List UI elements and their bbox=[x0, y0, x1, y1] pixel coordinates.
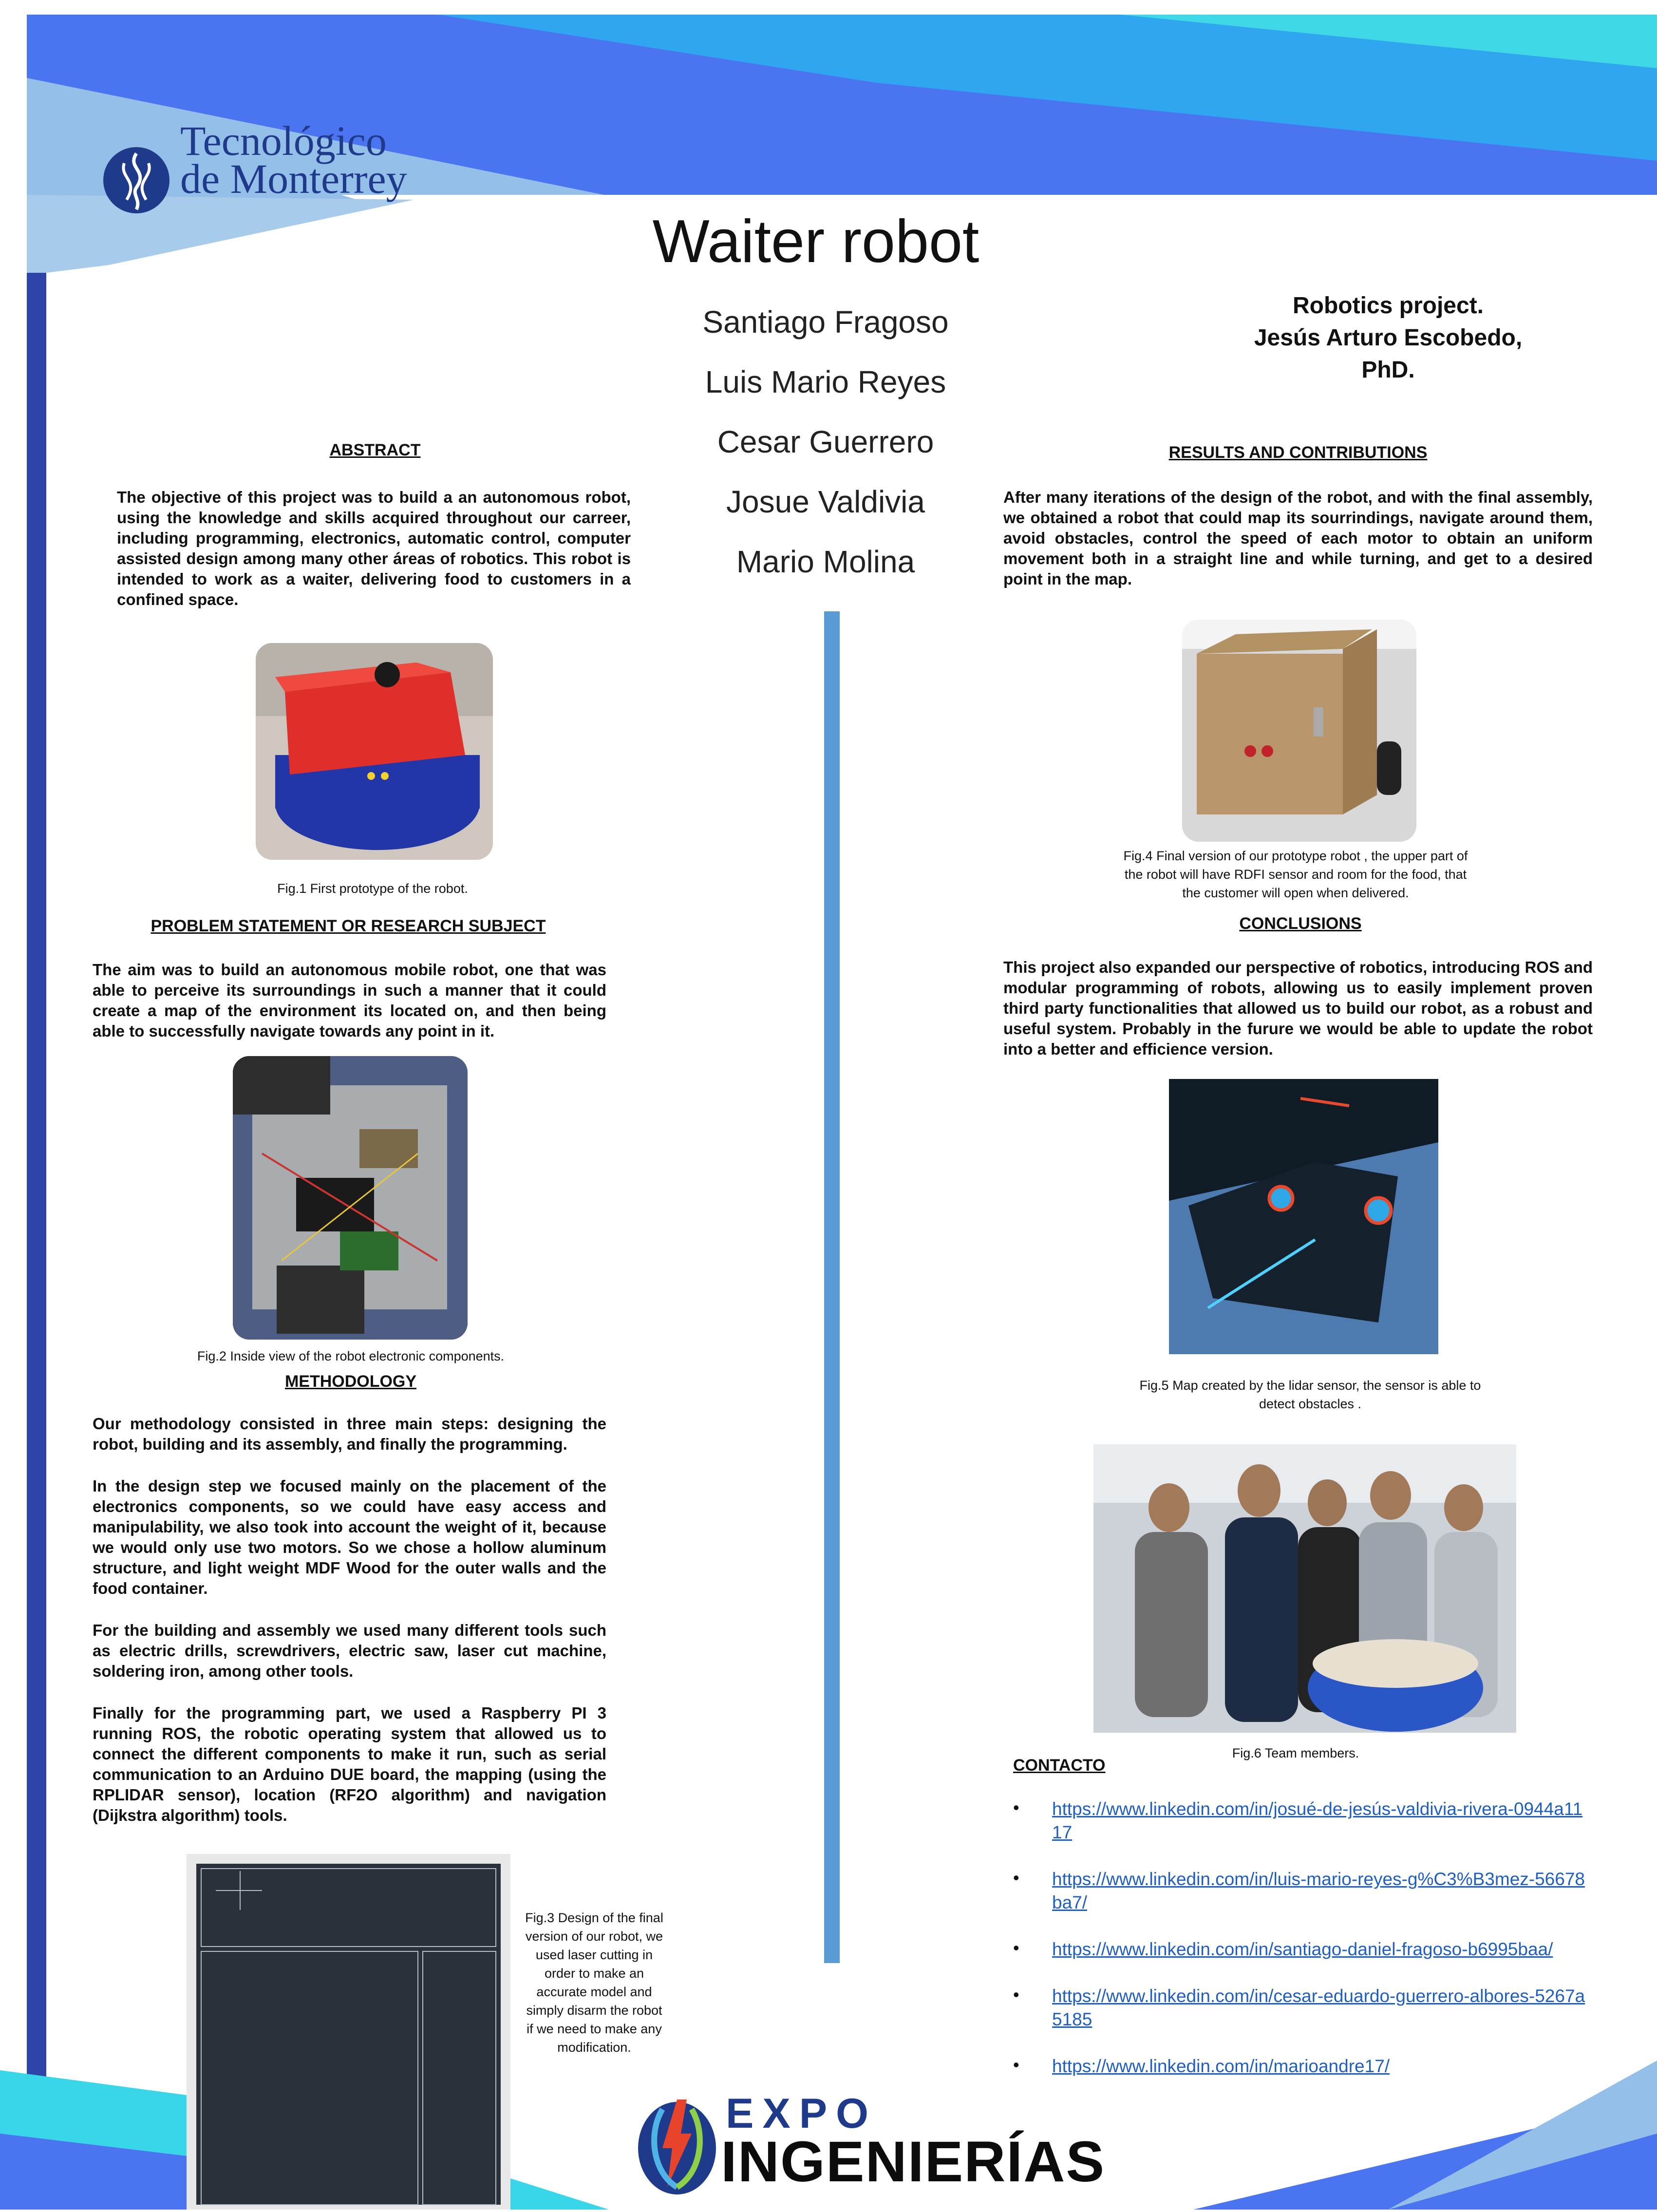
ingenierias-text: INGENIERÍAS bbox=[721, 2130, 1106, 2194]
author-list: Santiago Fragoso Luis Mario Reyes Cesar … bbox=[633, 292, 1018, 592]
expo-emblem-icon bbox=[638, 2099, 716, 2194]
electronics-image bbox=[233, 1056, 468, 1340]
results-heading: RESULTS AND CONTRIBUTIONS bbox=[1168, 443, 1428, 462]
author-name: Cesar Guerrero bbox=[717, 424, 934, 459]
red-robot-image bbox=[256, 643, 493, 860]
figure-2-photo bbox=[233, 1056, 468, 1340]
figure-3-caption: Fig.3 Design of the final version of our… bbox=[525, 1910, 663, 2055]
contact-item: • https://www.linkedin.com/in/marioandre… bbox=[1013, 2055, 1588, 2078]
advisor-line: Robotics project. bbox=[1292, 293, 1484, 319]
bullet-icon: • bbox=[1013, 1985, 1019, 2004]
contact-item: • https://www.linkedin.com/in/cesar-edua… bbox=[1013, 1985, 1588, 2031]
column-divider bbox=[824, 611, 840, 1963]
figure-4-caption: Fig.4 Final version of our prototype rob… bbox=[1123, 849, 1468, 900]
problem-heading: PROBLEM STATEMENT OR RESEARCH SUBJECT bbox=[151, 917, 546, 935]
author-name: Luis Mario Reyes bbox=[705, 364, 946, 399]
expo-ingenierias-logo: EXPO INGENIERÍAS bbox=[633, 2090, 1104, 2197]
methodology-paragraph: For the building and assembly we used ma… bbox=[93, 1621, 606, 1680]
author-name: Santiago Fragoso bbox=[702, 304, 949, 340]
abstract-heading: ABSTRACT bbox=[329, 441, 421, 459]
author-name: Josue Valdivia bbox=[726, 484, 925, 519]
bullet-icon: • bbox=[1013, 1797, 1019, 1817]
linkedin-link[interactable]: https://www.linkedin.com/in/josué-de-jes… bbox=[1052, 1797, 1588, 1844]
contact-item: • https://www.linkedin.com/in/santiago-d… bbox=[1013, 1938, 1588, 1961]
contact-links: • https://www.linkedin.com/in/josué-de-j… bbox=[1013, 1797, 1588, 2101]
methodology-paragraph: Finally for the programming part, we use… bbox=[93, 1704, 606, 1824]
problem-text: The aim was to build an autonomous mobil… bbox=[93, 961, 606, 1040]
bullet-icon: • bbox=[1013, 1868, 1019, 1888]
poster-title: Waiter robot bbox=[652, 208, 979, 275]
results-text: After many iterations of the design of t… bbox=[1003, 488, 1593, 588]
linkedin-link[interactable]: https://www.linkedin.com/in/cesar-eduard… bbox=[1052, 1985, 1588, 2031]
methodology-body: Our methodology consisted in three main … bbox=[93, 1414, 606, 1826]
figure-3-image bbox=[187, 1854, 510, 2210]
lidar-map-image bbox=[1169, 1079, 1438, 1354]
contact-item: • https://www.linkedin.com/in/luis-mario… bbox=[1013, 1868, 1588, 1914]
linkedin-link[interactable]: https://www.linkedin.com/in/santiago-dan… bbox=[1052, 1938, 1588, 1961]
methodology-paragraph: Our methodology consisted in three main … bbox=[93, 1415, 606, 1453]
figure-2-caption: Fig.2 Inside view of the robot electroni… bbox=[197, 1349, 505, 1363]
abstract-text: The objective of this project was to bui… bbox=[117, 488, 631, 608]
conclusions-text: This project also expanded our perspecti… bbox=[1003, 958, 1593, 1058]
contact-item: • https://www.linkedin.com/in/josué-de-j… bbox=[1013, 1797, 1588, 1844]
figure-6-photo bbox=[1093, 1444, 1516, 1733]
linkedin-link[interactable]: https://www.linkedin.com/in/marioandre17… bbox=[1052, 2055, 1588, 2078]
methodology-heading: METHODOLOGY bbox=[284, 1372, 417, 1391]
institution-name-line2: de Monterrey bbox=[180, 155, 407, 202]
bullet-icon: • bbox=[1013, 1938, 1019, 1958]
flame-logo-icon bbox=[103, 147, 169, 213]
author-name: Mario Molina bbox=[736, 544, 915, 579]
figure-4-photo bbox=[1182, 620, 1416, 842]
mdf-robot-image bbox=[1182, 620, 1416, 842]
institution-name-line1: Tecnológico bbox=[180, 117, 387, 164]
laser-cut-design bbox=[196, 1864, 501, 2205]
advisor-block: Robotics project. Jesús Arturo Escobedo,… bbox=[1193, 290, 1583, 386]
bullet-icon: • bbox=[1013, 2055, 1019, 2075]
advisor-line: Jesús Arturo Escobedo, bbox=[1254, 325, 1523, 351]
contact-heading: CONTACTO bbox=[1013, 1756, 1106, 1775]
advisor-line: PhD. bbox=[1361, 357, 1415, 383]
figure-1-caption: Fig.1 First prototype of the robot. bbox=[277, 881, 468, 896]
conclusions-heading: CONCLUSIONS bbox=[1239, 914, 1362, 933]
institution-logo: Tecnológico de Monterrey bbox=[102, 120, 424, 229]
linkedin-link[interactable]: https://www.linkedin.com/in/luis-mario-r… bbox=[1052, 1868, 1588, 1914]
methodology-paragraph: In the design step we focused mainly on … bbox=[93, 1477, 606, 1597]
figure-5-image bbox=[1169, 1079, 1438, 1354]
figure-1-photo bbox=[256, 643, 493, 860]
figure-6-caption: Fig.6 Team members. bbox=[1232, 1746, 1359, 1760]
team-members-image bbox=[1093, 1444, 1516, 1733]
figure-5-caption: Fig.5 Map created by the lidar sensor, t… bbox=[1139, 1378, 1481, 1411]
